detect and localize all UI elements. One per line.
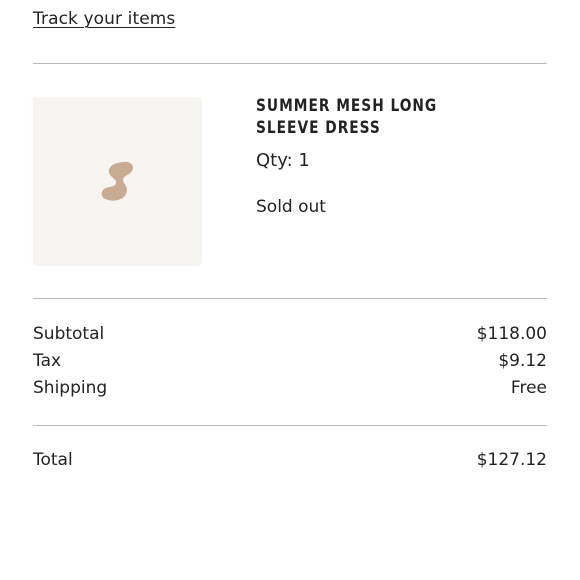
tax-value: $9.12 [498,351,547,371]
total-row: Total $127.12 [33,448,547,472]
subtotal-label: Subtotal [33,324,105,344]
total-value: $127.12 [476,450,547,470]
total-label: Total [33,450,73,470]
brand-s-logo-icon [101,161,134,201]
shipping-label: Shipping [33,378,108,398]
product-quantity: Qty: 1 [256,150,310,171]
subtotal-row: Subtotal $118.00 [33,322,547,346]
divider-middle [33,298,547,299]
shipping-value: Free [510,378,547,398]
tax-row: Tax $9.12 [33,349,547,373]
availability-status: Sold out [256,197,326,217]
order-summary-page: Track your items SUMMER MESH LONG SLEEVE… [0,0,580,580]
shipping-row: Shipping Free [33,376,547,400]
tax-label: Tax [33,351,62,371]
divider-bottom [33,425,547,426]
subtotal-value: $118.00 [476,324,547,344]
product-thumbnail[interactable] [33,97,202,266]
product-title[interactable]: SUMMER MESH LONG SLEEVE DRESS [256,95,463,139]
track-your-items-link[interactable]: Track your items [33,9,175,29]
divider-top [33,63,547,64]
